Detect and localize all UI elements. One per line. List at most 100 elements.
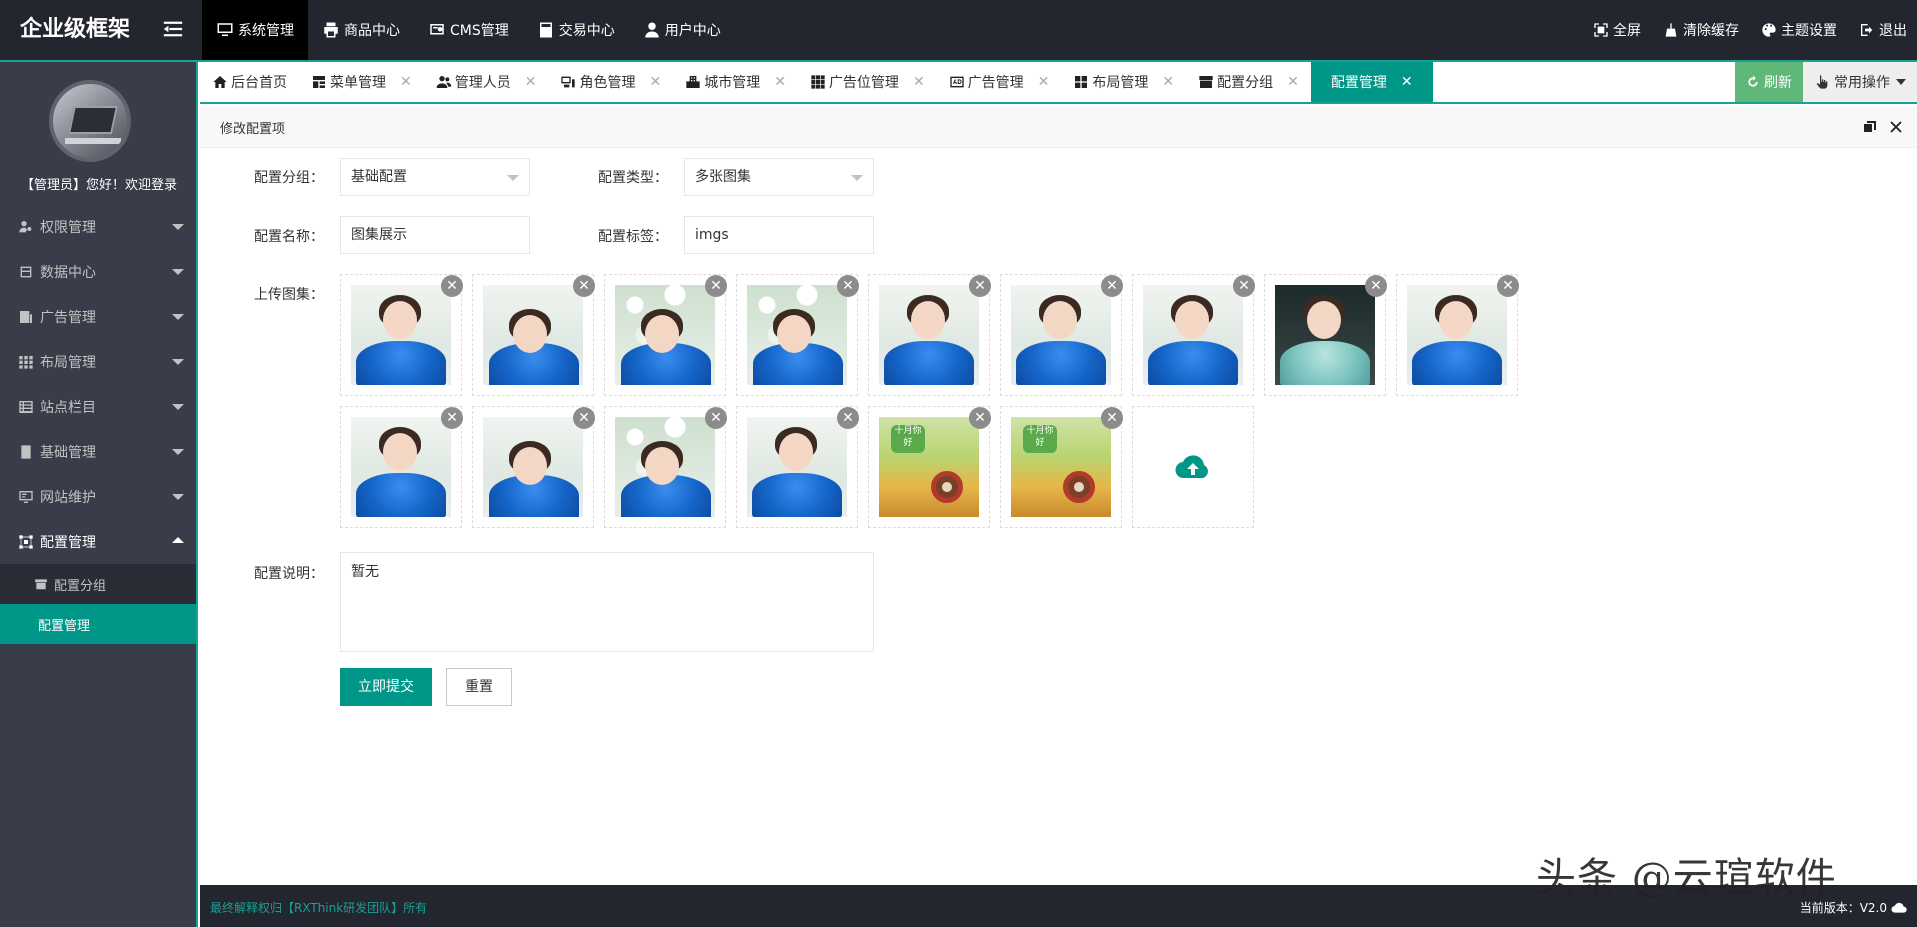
- tab-home[interactable]: 后台首页: [200, 62, 299, 102]
- tab-admins[interactable]: 管理人员 ✕: [424, 62, 549, 102]
- remove-image-icon[interactable]: ✕: [573, 275, 595, 297]
- submit-button[interactable]: 立即提交: [340, 668, 432, 706]
- caret-down-icon: [1896, 79, 1906, 85]
- gallery-item[interactable]: ✕: [472, 406, 595, 528]
- common-ops-button[interactable]: 常用操作: [1803, 62, 1917, 102]
- remove-image-icon[interactable]: ✕: [969, 407, 991, 429]
- close-icon[interactable]: ✕: [1401, 74, 1413, 90]
- sidebar-item-maintenance[interactable]: 网站维护: [0, 474, 196, 519]
- remove-image-icon[interactable]: ✕: [837, 407, 859, 429]
- remove-image-icon[interactable]: ✕: [1233, 275, 1255, 297]
- sidebar-item-permission[interactable]: 权限管理: [0, 204, 196, 249]
- config-group-select[interactable]: 基础配置: [340, 158, 530, 196]
- sidebar-subitem-config-manage[interactable]: 配置管理: [0, 604, 196, 644]
- gallery-item[interactable]: ✕: [1132, 274, 1255, 396]
- config-name-input[interactable]: 图集展示: [340, 216, 530, 254]
- gallery-item[interactable]: 十月你好 ✕: [868, 406, 991, 528]
- remove-image-icon[interactable]: ✕: [573, 407, 595, 429]
- config-desc-label: 配置说明：: [254, 566, 324, 582]
- config-desc-textarea[interactable]: 暂无: [340, 552, 874, 652]
- remove-image-icon[interactable]: ✕: [705, 275, 727, 297]
- tab-menu[interactable]: 菜单管理 ✕: [299, 62, 424, 102]
- gallery-item[interactable]: ✕: [1264, 274, 1387, 396]
- remove-image-icon[interactable]: ✕: [969, 275, 991, 297]
- close-panel-icon[interactable]: [1887, 118, 1905, 136]
- restore-window-icon[interactable]: [1861, 118, 1879, 136]
- topnav-goods[interactable]: 商品中心: [308, 0, 414, 60]
- gallery-thumbnail: [747, 417, 847, 517]
- topnav-system[interactable]: 系统管理: [202, 0, 308, 60]
- close-icon[interactable]: ✕: [649, 74, 661, 90]
- tab-ad-slots[interactable]: 广告位管理 ✕: [798, 62, 937, 102]
- clear-cache-label: 清除缓存: [1683, 23, 1739, 39]
- sidebar-subitem-label: 配置分组: [54, 578, 107, 594]
- topnav-trade[interactable]: 交易中心: [523, 0, 629, 60]
- close-icon[interactable]: ✕: [525, 74, 537, 90]
- sidebar-item-layout[interactable]: 布局管理: [0, 339, 196, 384]
- sidebar-item-basic[interactable]: 基础管理: [0, 429, 196, 474]
- gallery-item[interactable]: ✕: [472, 274, 595, 396]
- topnav-label: 用户中心: [664, 23, 721, 39]
- logout-button[interactable]: 退出: [1859, 20, 1907, 40]
- close-icon[interactable]: ✕: [400, 74, 412, 90]
- tab-layout[interactable]: 布局管理 ✕: [1061, 62, 1186, 102]
- remove-image-icon[interactable]: ✕: [441, 407, 463, 429]
- config-type-select[interactable]: 多张图集: [684, 158, 874, 196]
- gallery-item[interactable]: ✕: [1396, 274, 1519, 396]
- theme-settings-button[interactable]: 主题设置: [1761, 20, 1837, 40]
- remove-image-icon[interactable]: ✕: [441, 275, 463, 297]
- list-icon: [18, 399, 34, 415]
- close-icon[interactable]: ✕: [1162, 74, 1174, 90]
- tab-ads[interactable]: 广告管理 ✕: [937, 62, 1062, 102]
- gallery-item[interactable]: ✕: [340, 406, 463, 528]
- refresh-button[interactable]: 刷新: [1735, 62, 1803, 102]
- remove-image-icon[interactable]: ✕: [837, 275, 859, 297]
- clear-cache-button[interactable]: 清除缓存: [1663, 20, 1739, 40]
- gallery-item[interactable]: 十月你好 ✕: [1000, 406, 1123, 528]
- topnav-cms[interactable]: CMS管理: [414, 0, 523, 60]
- remove-image-icon[interactable]: ✕: [1497, 275, 1519, 297]
- gallery-item[interactable]: ✕: [604, 274, 727, 396]
- gallery-thumbnail: [879, 285, 979, 385]
- remove-image-icon[interactable]: ✕: [1101, 275, 1123, 297]
- reset-button[interactable]: 重置: [446, 668, 512, 706]
- tab-cities[interactable]: 城市管理 ✕: [673, 62, 798, 102]
- close-icon[interactable]: ✕: [913, 74, 925, 90]
- sidebar-item-site-columns[interactable]: 站点栏目: [0, 384, 196, 429]
- remove-image-icon[interactable]: ✕: [705, 407, 727, 429]
- close-icon[interactable]: ✕: [1287, 74, 1299, 90]
- close-icon[interactable]: ✕: [774, 74, 786, 90]
- gallery-item[interactable]: ✕: [736, 274, 859, 396]
- config-tag-label: 配置标签：: [598, 229, 668, 245]
- upload-image-button[interactable]: [1132, 406, 1254, 528]
- gallery-item[interactable]: ✕: [736, 406, 859, 528]
- watermark-text: 头条 @云瑄软件: [1536, 855, 1837, 901]
- logout-icon: [1861, 24, 1873, 36]
- sidebar-item-config[interactable]: 配置管理: [0, 519, 196, 564]
- chevron-down-icon: [507, 175, 519, 181]
- chevron-up-icon: [172, 537, 184, 543]
- top-nav: 系统管理 商品中心 CMS管理 交易中心 用户中心: [202, 0, 735, 60]
- gallery-item[interactable]: ✕: [1000, 274, 1123, 396]
- user-icon: [643, 21, 661, 39]
- fullscreen-button[interactable]: 全屏: [1593, 20, 1641, 40]
- palette-icon: [1762, 23, 1776, 37]
- gallery-thumbnail: [1407, 285, 1507, 385]
- menu-toggle-icon[interactable]: [162, 18, 186, 42]
- gallery-item[interactable]: ✕: [868, 274, 991, 396]
- sidebar-subitem-config-group[interactable]: 配置分组: [0, 564, 196, 604]
- tab-config-manage[interactable]: 配置管理 ✕: [1310, 62, 1433, 102]
- config-tag-input[interactable]: imgs: [684, 216, 874, 254]
- tab-config-group[interactable]: 配置分组 ✕: [1186, 62, 1311, 102]
- tab-roles[interactable]: 角色管理 ✕: [548, 62, 673, 102]
- remove-image-icon[interactable]: ✕: [1101, 407, 1123, 429]
- remove-image-icon[interactable]: ✕: [1365, 275, 1387, 297]
- tab-label: 广告位管理: [828, 75, 899, 91]
- gallery-item[interactable]: ✕: [604, 406, 727, 528]
- sidebar-item-data-center[interactable]: 数据中心: [0, 249, 196, 294]
- avatar[interactable]: [49, 80, 131, 162]
- gallery-item[interactable]: ✕: [340, 274, 463, 396]
- topnav-user[interactable]: 用户中心: [629, 0, 735, 60]
- sidebar-item-ads[interactable]: 广告管理: [0, 294, 196, 339]
- close-icon[interactable]: ✕: [1038, 74, 1050, 90]
